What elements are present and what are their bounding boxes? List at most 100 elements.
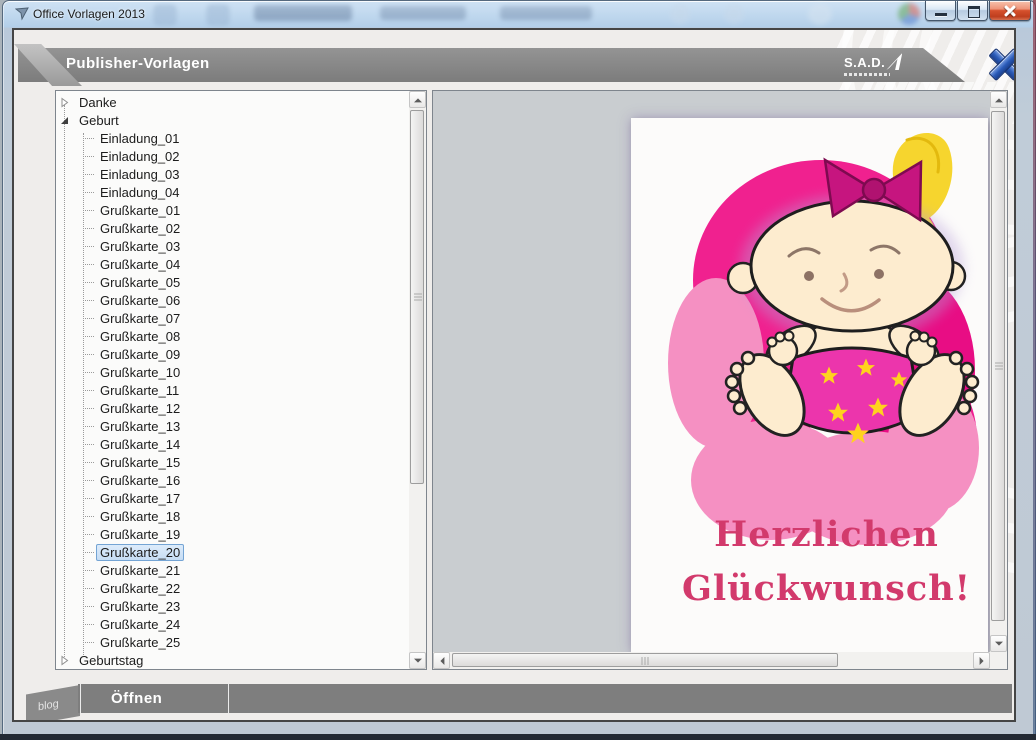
tree-item[interactable]: Einladung_04 xyxy=(56,183,409,201)
tree-item-label[interactable]: Geburtstag xyxy=(75,652,147,669)
tree-item[interactable]: Einladung_02 xyxy=(56,147,409,165)
dialog-close-button[interactable] xyxy=(985,43,1016,81)
tree-item[interactable]: Grußkarte_06 xyxy=(56,291,409,309)
scroll-right-button[interactable] xyxy=(973,652,990,669)
minimize-icon xyxy=(935,13,947,16)
tree-item-label[interactable]: Danke xyxy=(75,94,121,111)
scroll-up-button[interactable] xyxy=(990,91,1007,108)
tree-item[interactable]: Grußkarte_15 xyxy=(56,453,409,471)
tree-item-label[interactable]: Grußkarte_25 xyxy=(96,634,184,651)
tree-item-label[interactable]: Einladung_04 xyxy=(96,184,184,201)
tree-item-label[interactable]: Grußkarte_07 xyxy=(96,310,184,327)
preview-vertical-scrollbar[interactable] xyxy=(990,91,1007,652)
brand-name: S.A.D. xyxy=(844,55,885,70)
tree-item[interactable]: Grußkarte_04 xyxy=(56,255,409,273)
tree-item[interactable]: Danke xyxy=(56,93,409,111)
tree-item-label[interactable]: Grußkarte_23 xyxy=(96,598,184,615)
maximize-button[interactable] xyxy=(957,1,988,21)
tree-item[interactable]: Einladung_01 xyxy=(56,129,409,147)
greeting-line-1: Herzlichen xyxy=(665,508,988,562)
tree-item[interactable]: Grußkarte_11 xyxy=(56,381,409,399)
tree-item[interactable]: Grußkarte_18 xyxy=(56,507,409,525)
tree-item-label[interactable]: Grußkarte_19 xyxy=(96,526,184,543)
header-band: Publisher-Vorlagen S.A.D. xyxy=(18,48,965,82)
window-titlebar[interactable]: Office Vorlagen 2013 xyxy=(2,0,1034,28)
tree-item-label[interactable]: Grußkarte_01 xyxy=(96,202,184,219)
tree-item[interactable]: Grußkarte_01 xyxy=(56,201,409,219)
tree-item-label[interactable]: Grußkarte_12 xyxy=(96,400,184,417)
tree-item[interactable]: Grußkarte_17 xyxy=(56,489,409,507)
tree-expanded-icon[interactable] xyxy=(59,115,70,126)
tree-item[interactable]: Grußkarte_09 xyxy=(56,345,409,363)
tree-item[interactable]: Grußkarte_14 xyxy=(56,435,409,453)
maximize-icon xyxy=(968,6,980,18)
tree-item[interactable]: Einladung_03 xyxy=(56,165,409,183)
app-icon xyxy=(15,7,30,21)
tree-item[interactable]: Grußkarte_03 xyxy=(56,237,409,255)
tree-item[interactable]: Grußkarte_16 xyxy=(56,471,409,489)
tree-item-label[interactable]: Grußkarte_06 xyxy=(96,292,184,309)
scroll-up-button[interactable] xyxy=(409,91,426,108)
tree-item-label[interactable]: Grußkarte_13 xyxy=(96,418,184,435)
blog-tab[interactable]: blog xyxy=(26,685,80,722)
tree-item-label[interactable]: Grußkarte_02 xyxy=(96,220,184,237)
tree-item-label[interactable]: Grußkarte_20 xyxy=(96,544,184,561)
tree-item[interactable]: Geburtstag xyxy=(56,651,409,669)
tree-item-label[interactable]: Geburt xyxy=(75,112,123,129)
tree-item-label[interactable]: Grußkarte_09 xyxy=(96,346,184,363)
tree-collapsed-icon[interactable] xyxy=(59,655,70,666)
tree-item-label[interactable]: Grußkarte_21 xyxy=(96,562,184,579)
open-button[interactable]: Öffnen xyxy=(81,684,228,713)
dialog: Publisher-Vorlagen S.A.D. DankeGeburtEin… xyxy=(12,28,1016,722)
tree-item-label[interactable]: Grußkarte_17 xyxy=(96,490,184,507)
window-title: Office Vorlagen 2013 xyxy=(33,7,145,21)
tree-item[interactable]: Grußkarte_25 xyxy=(56,633,409,651)
tree-item[interactable]: Grußkarte_19 xyxy=(56,525,409,543)
minimize-button[interactable] xyxy=(925,1,956,21)
tree-item-label[interactable]: Grußkarte_22 xyxy=(96,580,184,597)
tree-item[interactable]: Grußkarte_13 xyxy=(56,417,409,435)
brand-logo: S.A.D. xyxy=(844,53,902,76)
preview-horizontal-scrollbar[interactable] xyxy=(433,652,990,669)
tree-item-label[interactable]: Grußkarte_10 xyxy=(96,364,184,381)
tree-item-label[interactable]: Grußkarte_05 xyxy=(96,274,184,291)
tree-item-label[interactable]: Grußkarte_14 xyxy=(96,436,184,453)
preview-vscrollbar-thumb[interactable] xyxy=(991,111,1005,621)
background-window-artifacts xyxy=(2,0,1034,28)
tree-item[interactable]: Grußkarte_05 xyxy=(56,273,409,291)
tree-item-label[interactable]: Grußkarte_03 xyxy=(96,238,184,255)
tree-collapsed-icon[interactable] xyxy=(59,97,70,108)
tree-item[interactable]: Grußkarte_10 xyxy=(56,363,409,381)
tree-item-label[interactable]: Grußkarte_24 xyxy=(96,616,184,633)
tree-item[interactable]: Grußkarte_23 xyxy=(56,597,409,615)
tree-item[interactable]: Grußkarte_08 xyxy=(56,327,409,345)
tree-item[interactable]: Grußkarte_24 xyxy=(56,615,409,633)
tree-item[interactable]: Grußkarte_12 xyxy=(56,399,409,417)
tree-rows: DankeGeburtEinladung_01Einladung_02Einla… xyxy=(56,93,409,669)
tree-item-label[interactable]: Einladung_03 xyxy=(96,166,184,183)
scroll-left-button[interactable] xyxy=(433,652,450,669)
tree-item-label[interactable]: Grußkarte_16 xyxy=(96,472,184,489)
tree-item-label[interactable]: Einladung_02 xyxy=(96,148,184,165)
tree-item-label[interactable]: Grußkarte_04 xyxy=(96,256,184,273)
tree-item-label[interactable]: Grußkarte_08 xyxy=(96,328,184,345)
tree-scrollbar[interactable] xyxy=(409,91,426,669)
tree-item-label[interactable]: Grußkarte_15 xyxy=(96,454,184,471)
scroll-down-button[interactable] xyxy=(990,635,1007,652)
tree-scrollbar-thumb[interactable] xyxy=(410,110,424,484)
tree-item-label[interactable]: Grußkarte_18 xyxy=(96,508,184,525)
tree-item[interactable]: Geburt xyxy=(56,111,409,129)
tree-item-label[interactable]: Einladung_01 xyxy=(96,130,184,147)
tree-item[interactable]: Grußkarte_22 xyxy=(56,579,409,597)
template-tree-panel: DankeGeburtEinladung_01Einladung_02Einla… xyxy=(55,90,427,670)
preview-content: Herzlichen Glückwunsch! xyxy=(433,91,990,652)
tree-item[interactable]: Grußkarte_02 xyxy=(56,219,409,237)
tree-item[interactable]: Grußkarte_07 xyxy=(56,309,409,327)
tree-item[interactable]: Grußkarte_21 xyxy=(56,561,409,579)
tree-item[interactable]: Grußkarte_20 xyxy=(56,543,409,561)
screen-bottom-edge xyxy=(0,734,1036,740)
tree-item-label[interactable]: Grußkarte_11 xyxy=(96,382,183,399)
close-button[interactable] xyxy=(989,1,1031,21)
preview-hscrollbar-thumb[interactable] xyxy=(452,653,838,667)
scroll-down-button[interactable] xyxy=(409,652,426,669)
